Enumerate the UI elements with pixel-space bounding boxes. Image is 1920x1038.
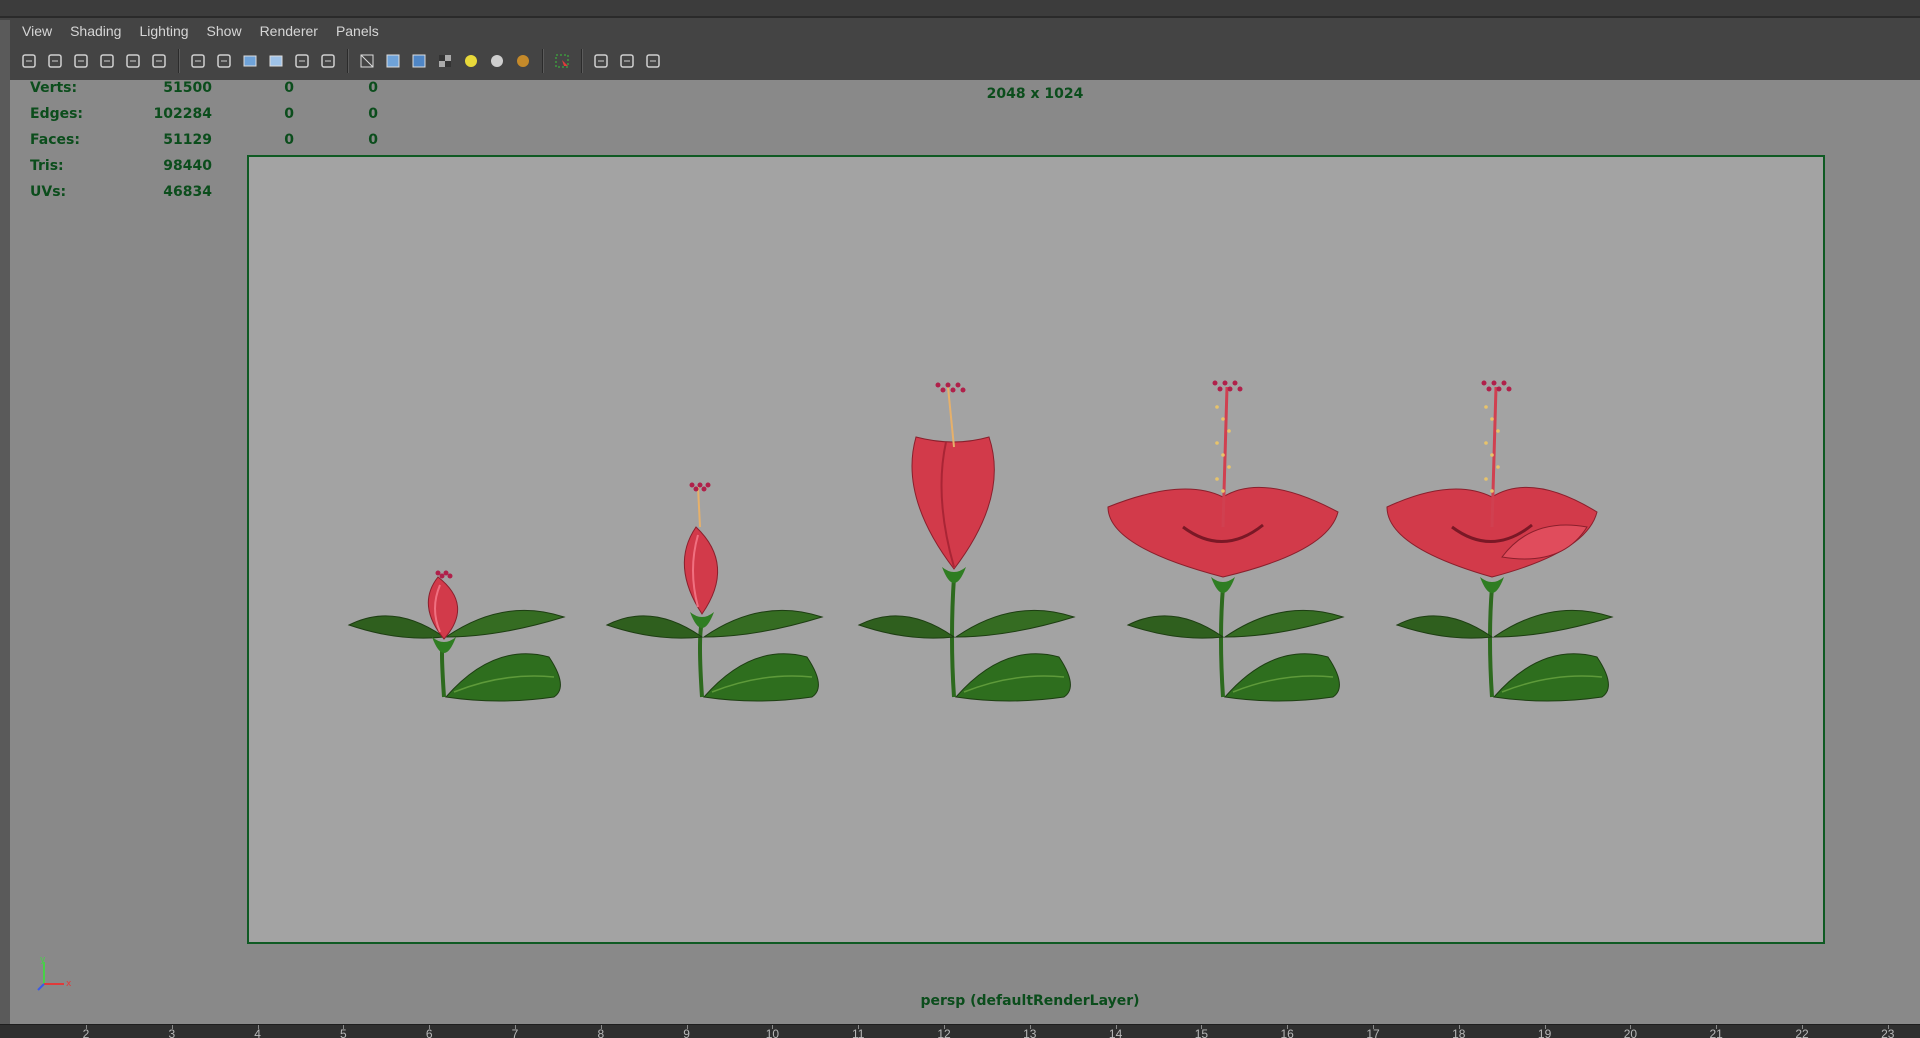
hud-object-count: 98440 <box>163 158 212 174</box>
view-axis-icon: y x <box>37 955 72 991</box>
hud-label: Edges: <box>30 106 84 122</box>
hud-label: UVs: <box>30 184 67 200</box>
ruler-label: 12 <box>937 1027 951 1038</box>
menu-shading[interactable]: Shading <box>70 23 121 39</box>
ruler-label: 5 <box>340 1027 347 1038</box>
grease-pencil-icon[interactable] <box>148 50 170 72</box>
hibiscus-half-open[interactable] <box>857 382 1076 702</box>
menu-view[interactable]: View <box>22 23 52 39</box>
toolbar-separator <box>581 49 583 73</box>
hibiscus-open[interactable] <box>1107 380 1345 702</box>
wireframe-icon[interactable] <box>356 50 378 72</box>
xray-joints-icon[interactable] <box>616 50 638 72</box>
resolution-label: 2048 x 1024 <box>986 86 1084 102</box>
hud-component-count: 0 <box>368 106 378 122</box>
ruler-label: 14 <box>1108 1027 1123 1038</box>
hibiscus-bud-large[interactable] <box>605 482 824 702</box>
svg-text:y: y <box>40 955 46 965</box>
panel-toolbar <box>10 42 1920 80</box>
ruler-label: 9 <box>683 1027 690 1038</box>
ruler-label: 23 <box>1881 1027 1895 1038</box>
hud-component-count: 0 <box>368 80 378 96</box>
ruler-label: 22 <box>1795 1027 1809 1038</box>
toolbar-separator <box>178 49 180 73</box>
xray-icon[interactable] <box>590 50 612 72</box>
hud-selected-count: 0 <box>284 132 294 148</box>
resolution-gate-icon[interactable] <box>239 50 261 72</box>
smooth-shade-icon[interactable] <box>382 50 404 72</box>
default-light-icon[interactable] <box>460 50 482 72</box>
ruler-label: 21 <box>1709 1027 1723 1038</box>
ruler-label: 6 <box>425 1027 433 1038</box>
hud-object-count: 102284 <box>153 106 212 122</box>
time-slider[interactable]: 2 3 4 5 6 7 8 9 10 11 12 13 14 15 16 17 18 19 20 21 22 23 <box>0 1024 1920 1038</box>
hud-selected-count: 0 <box>284 106 294 122</box>
camera-attributes-icon[interactable] <box>44 50 66 72</box>
gate-mask-icon[interactable] <box>265 50 287 72</box>
panel-menu-bar: View Shading Lighting Show Renderer Panels <box>10 20 1920 42</box>
menu-lighting[interactable]: Lighting <box>139 23 188 39</box>
title-strip <box>0 0 1920 18</box>
ruler-label: 16 <box>1280 1027 1294 1038</box>
default-material-icon[interactable] <box>408 50 430 72</box>
hud-object-count: 51129 <box>163 132 212 148</box>
safe-action-icon[interactable] <box>317 50 339 72</box>
hibiscus-full-bloom[interactable] <box>1386 380 1614 702</box>
ruler-label: 18 <box>1452 1027 1466 1038</box>
all-lights-icon[interactable] <box>486 50 508 72</box>
ruler-label: 8 <box>597 1027 605 1038</box>
ruler-label: 11 <box>851 1027 865 1038</box>
ruler-label: 17 <box>1366 1027 1380 1038</box>
hud-selected-count: 0 <box>284 80 294 96</box>
ruler-label: 10 <box>765 1027 780 1038</box>
hud-label: Faces: <box>30 132 80 148</box>
ruler-label: 19 <box>1537 1027 1552 1038</box>
film-gate-icon[interactable] <box>213 50 235 72</box>
hibiscus-bud-small[interactable] <box>347 570 566 702</box>
menu-show[interactable]: Show <box>207 23 242 39</box>
hud-object-count: 46834 <box>163 184 212 200</box>
menu-panels[interactable]: Panels <box>336 23 379 39</box>
select-camera-icon[interactable] <box>18 50 40 72</box>
toolbar-separator <box>347 49 349 73</box>
ruler-label: 15 <box>1194 1027 1209 1038</box>
resolution-gate <box>247 155 1825 944</box>
hud-label: Tris: <box>30 158 64 174</box>
ruler-label: 2 <box>82 1027 90 1038</box>
hud-component-count: 0 <box>368 132 378 148</box>
hud-object-count: 51500 <box>163 80 212 96</box>
isolate-select-icon[interactable] <box>551 50 573 72</box>
ruler-label: 20 <box>1623 1027 1638 1038</box>
ruler-label: 13 <box>1023 1027 1037 1038</box>
grid-icon[interactable] <box>187 50 209 72</box>
camera-name-label: persp (defaultRenderLayer) <box>920 993 1140 1009</box>
svg-text:x: x <box>66 979 72 989</box>
menu-renderer[interactable]: Renderer <box>260 23 318 39</box>
shadows-icon[interactable] <box>512 50 534 72</box>
hud-label: Verts: <box>30 80 78 96</box>
textured-icon[interactable] <box>434 50 456 72</box>
bookmark-icon[interactable] <box>70 50 92 72</box>
xray-components-icon[interactable] <box>642 50 664 72</box>
image-plane-icon[interactable] <box>96 50 118 72</box>
2d-pan-zoom-icon[interactable] <box>122 50 144 72</box>
scene-render[interactable] <box>249 157 1823 942</box>
field-chart-icon[interactable] <box>291 50 313 72</box>
ruler-label: 4 <box>254 1027 261 1038</box>
ruler-label: 3 <box>168 1027 176 1038</box>
toolbar-separator <box>542 49 544 73</box>
ruler-label: 7 <box>511 1027 519 1038</box>
